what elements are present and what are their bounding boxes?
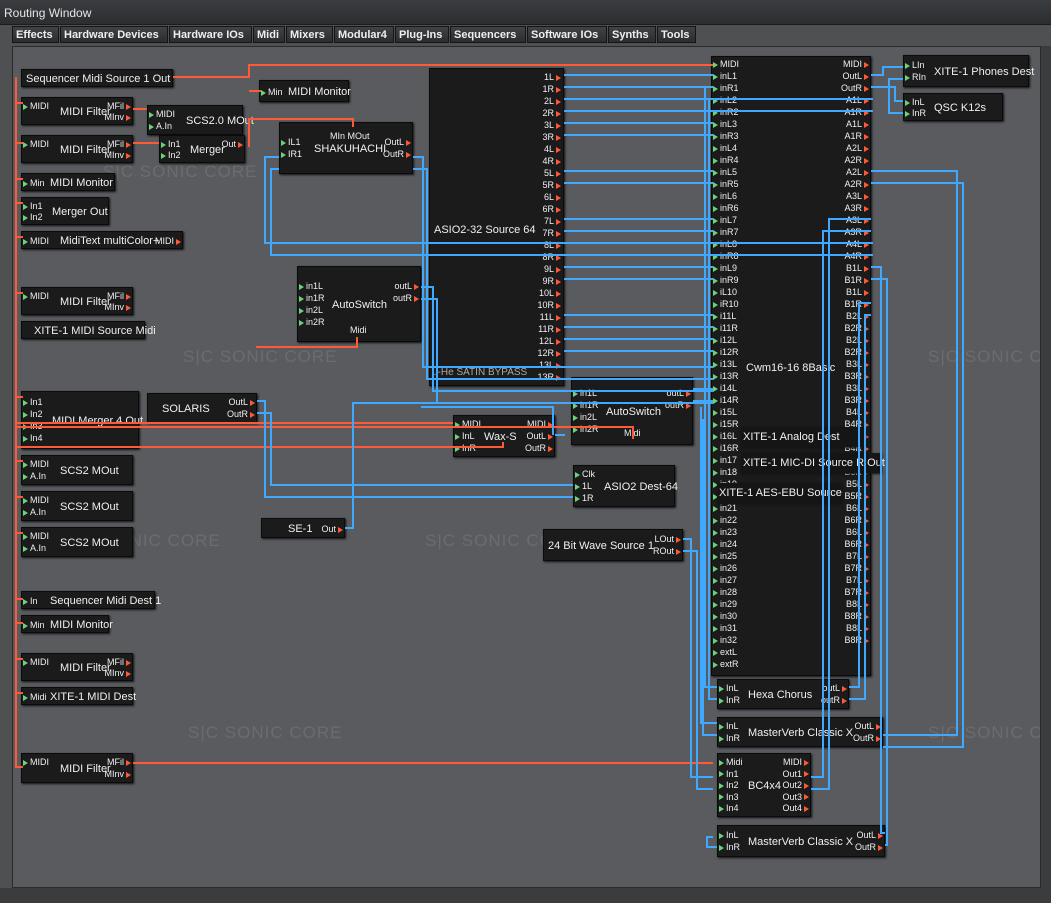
wire <box>413 168 713 380</box>
wire <box>871 182 964 748</box>
wire <box>257 400 573 498</box>
wire <box>849 302 871 688</box>
tab-plug-ins[interactable]: Plug-Ins <box>395 26 449 43</box>
vertical-scrollbar[interactable] <box>1041 46 1051 888</box>
wire <box>256 337 358 348</box>
wire <box>811 230 871 778</box>
wire <box>811 218 871 790</box>
tab-hardware-ios[interactable]: Hardware IOs <box>169 26 252 43</box>
routing-canvas[interactable]: S|C SONIC CORE S|C SONIC CORE S|C SONIC … <box>12 46 1041 888</box>
title-bar: Routing Window <box>0 0 1051 25</box>
tab-mixers[interactable]: Mixers <box>286 26 333 43</box>
tab-sequencers[interactable]: Sequencers <box>450 26 526 43</box>
wire <box>871 86 903 102</box>
wire <box>706 836 717 848</box>
wire <box>871 170 958 736</box>
wire <box>345 402 573 529</box>
window-title: Routing Window <box>4 6 92 20</box>
tab-software-ios[interactable]: Software IOs <box>527 26 607 43</box>
wire <box>421 406 554 435</box>
wire <box>871 266 885 834</box>
wire <box>871 66 903 76</box>
wire <box>16 426 634 439</box>
wire <box>248 118 354 147</box>
wire <box>704 87 717 688</box>
wire <box>708 99 717 700</box>
status-bar <box>0 888 1051 903</box>
wire <box>871 278 888 846</box>
tab-synths[interactable]: Synths <box>608 26 656 43</box>
tab-midi[interactable]: Midi <box>253 26 285 43</box>
wire <box>16 442 504 448</box>
tab-tools[interactable]: Tools <box>657 26 696 43</box>
tab-hardware-devices[interactable]: Hardware Devices <box>60 26 168 43</box>
wire <box>413 156 713 368</box>
wire <box>871 78 903 88</box>
tab-modular4[interactable]: Modular4 <box>334 26 394 43</box>
wire-layer <box>15 64 964 848</box>
tab-effects[interactable]: Effects <box>12 26 59 43</box>
